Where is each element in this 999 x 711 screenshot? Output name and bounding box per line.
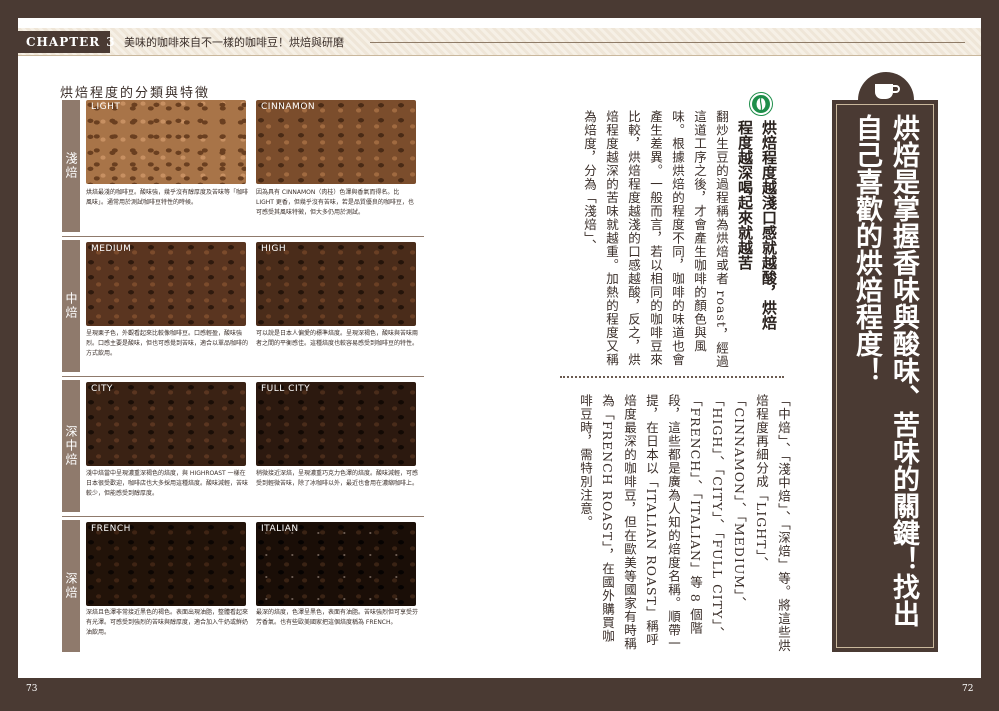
group-tab-medium-dark: 深中焙 (62, 380, 80, 512)
chapter-number: 3 (106, 35, 116, 49)
coffee-bean-icon (750, 93, 772, 115)
roast-description: 烘焙最淺的咖啡豆。酸味強，幾乎沒有醇厚度及苦味等「咖啡風味」。通常用於測試咖啡豆… (86, 189, 249, 206)
chapter-tag: CHAPTER 3 (18, 31, 115, 53)
group-tab-light: 淺焙 (62, 100, 80, 232)
bean-photo-italian: ITALIAN (256, 522, 416, 606)
page-number-left: 73 (26, 684, 38, 694)
roast-description: 稍微接近深焙，呈現濃重巧克力色澤的焙度。酸味減輕，可感受到輕微苦味，除了冰咖啡以… (256, 470, 419, 487)
group-tab-dark: 深焙 (62, 520, 80, 652)
dotted-divider (560, 376, 784, 378)
chapter-label: CHAPTER (26, 35, 101, 49)
roast-description: 呈現栗子色，外觀看起來比較像咖啡豆。口感輕盈，酸味強烈。口感主要是酸味，但也可感… (86, 330, 249, 357)
roast-description: 可以說是日本人偏愛的標準焙度。呈現深褐色，酸味與苦味兩者之間的平衡感佳。這種焙度… (256, 330, 419, 347)
sub-title: 烘焙程度越淺口感就越酸，烘焙程度越深喝起來就越苦 (736, 120, 778, 330)
page-number-right: 72 (962, 684, 974, 694)
chapter-header: CHAPTER 3 美味的咖啡來自不一樣的咖啡豆！烘焙與研磨 (18, 28, 981, 56)
bean-photo-french: FRENCH (86, 522, 246, 606)
roast-description: 最深的焙度，色澤呈黑色，表面有油脂。苦味強烈但可享受芬芳香氣。也有些歐美國家把這… (256, 609, 419, 626)
body-paragraph-1: 翻炒生豆的過程稱為烘焙或者 roast，經過這道工序之後，才會產生咖啡的顏色與風… (582, 110, 729, 369)
group-divider (62, 516, 424, 517)
chapter-rule (370, 42, 965, 43)
bean-photo-full-city: FULL CITY (256, 382, 416, 466)
roast-description: 深焙且色澤非常接近黑色的褐色。表面出現油脂，整體看起來有光澤。可感受到強烈的苦味… (86, 609, 249, 636)
roast-description: 淺中焙當中呈現濃重深褐色的焙度，與 HIGHROAST 一樣在日本很受歡迎，咖啡… (86, 470, 249, 497)
roast-name: HIGH (261, 244, 287, 254)
roast-name: FULL CITY (261, 384, 311, 394)
body-paragraph-2: 「中焙」、「淺中焙」、「深焙」等。將這些烘焙程度再細分成「LIGHT」、「CIN… (578, 394, 791, 653)
roast-name: CITY (91, 384, 113, 394)
bean-photo-city: CITY (86, 382, 246, 466)
bean-photo-medium: MEDIUM (86, 242, 246, 326)
roast-name: MEDIUM (91, 244, 132, 254)
coffee-cup-icon (873, 84, 900, 102)
roast-name: LIGHT (91, 102, 121, 112)
roast-name: CINNAMON (261, 102, 316, 112)
main-title: 烘焙是掌握香味與酸味、苦味的關鍵！找出自己喜歡的烘焙程度！ (851, 114, 919, 627)
roast-name: ITALIAN (261, 524, 299, 534)
bean-photo-cinnamon: CINNAMON (256, 100, 416, 184)
section-title: 烘焙程度的分類與特徵 (60, 86, 211, 101)
bean-photo-high: HIGH (256, 242, 416, 326)
roast-name: FRENCH (91, 524, 131, 534)
roast-description: 因為具有 CINNAMON（肉桂）色澤與香氣而得名。比 LIGHT 更香，但幾乎… (256, 189, 414, 216)
group-tab-medium: 中焙 (62, 240, 80, 372)
group-divider (62, 236, 424, 237)
group-divider (62, 376, 424, 377)
chapter-title: 美味的咖啡來自不一樣的咖啡豆！烘焙與研磨 (124, 36, 344, 49)
bean-photo-light: LIGHT (86, 100, 246, 184)
